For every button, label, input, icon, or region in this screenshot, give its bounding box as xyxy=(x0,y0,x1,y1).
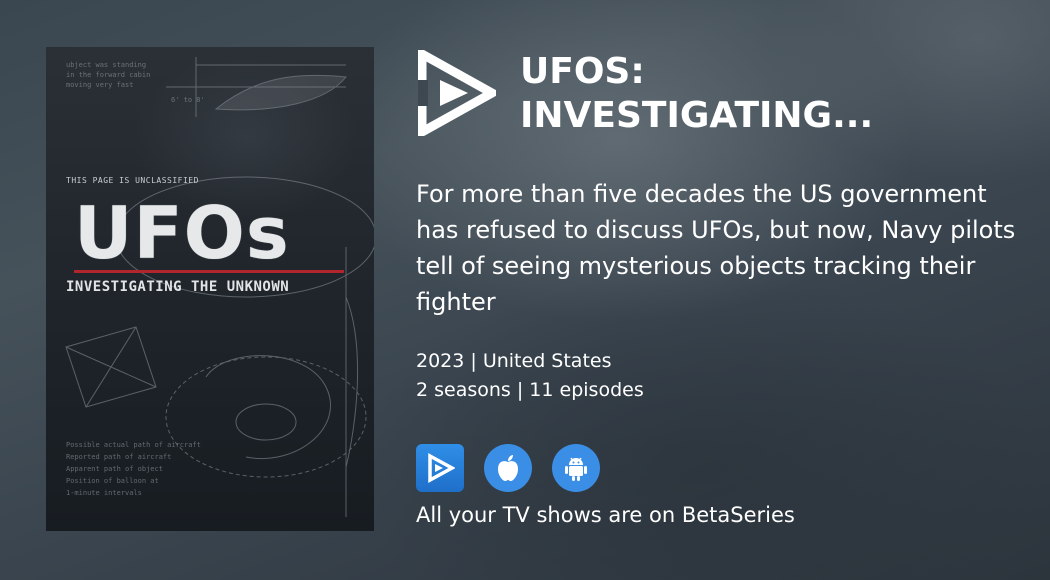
show-title-line-2: INVESTIGATING... xyxy=(520,95,874,136)
svg-text:6' to 8': 6' to 8' xyxy=(171,96,205,104)
show-title-line-1: UFOS: xyxy=(520,51,645,92)
android-app-button[interactable] xyxy=(552,444,600,492)
svg-text:ubject was standing: ubject was standing xyxy=(66,61,146,69)
svg-text:Possible actual path of aircra: Possible actual path of aircraft xyxy=(66,441,201,449)
year-country: 2023 | United States xyxy=(416,350,612,372)
betaseries-app-icon xyxy=(428,453,455,483)
svg-text:in the forward cabin: in the forward cabin xyxy=(66,71,150,79)
show-title: UFOS: INVESTIGATING... xyxy=(520,50,1020,138)
android-icon xyxy=(565,457,587,481)
apple-app-button[interactable] xyxy=(484,444,532,492)
poster-red-line xyxy=(74,270,344,273)
poster-title: UFOs xyxy=(74,191,290,275)
app-links xyxy=(416,444,600,492)
svg-text:Apparent path of object: Apparent path of object xyxy=(66,465,163,473)
show-poster[interactable]: ubject was standing in the forward cabin… xyxy=(46,47,374,531)
svg-text:Reported path of aircraft: Reported path of aircraft xyxy=(66,453,171,461)
svg-text:Position of balloon at: Position of balloon at xyxy=(66,477,159,485)
show-meta: 2023 | United States 2 seasons | 11 epis… xyxy=(416,347,644,405)
show-description: For more than five decades the US govern… xyxy=(416,180,1016,316)
svg-text:1-minute intervals: 1-minute intervals xyxy=(66,489,142,497)
poster-classified-text: THIS PAGE IS UNCLASSIFIED xyxy=(66,176,199,185)
svg-text:moving very fast: moving very fast xyxy=(66,81,133,89)
betaseries-app-button[interactable] xyxy=(416,444,464,492)
betaseries-tagline: All your TV shows are on BetaSeries xyxy=(416,503,795,527)
poster-subtitle: INVESTIGATING THE UNKNOWN xyxy=(66,279,290,295)
betaseries-logo-icon[interactable] xyxy=(417,46,502,140)
seasons-episodes: 2 seasons | 11 episodes xyxy=(416,379,644,401)
apple-icon xyxy=(498,455,518,481)
